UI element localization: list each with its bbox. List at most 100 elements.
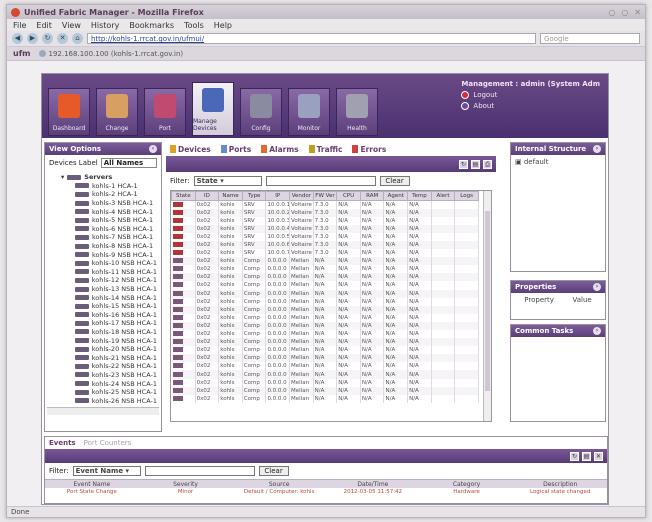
scrollbar-thumb[interactable] (485, 211, 490, 391)
tree-item[interactable]: kohls-8 NSB HCA-1 (49, 242, 157, 251)
horizontal-scrollbar[interactable] (47, 407, 159, 415)
tree-item[interactable]: kohls-25 NSB HCA-1 (49, 388, 157, 397)
tree-item[interactable]: kohls-9 NSB HCA-1 (49, 250, 157, 259)
forward-icon[interactable]: ▶ (27, 33, 38, 44)
nav-port[interactable]: Port (144, 88, 186, 136)
tree-root-servers[interactable]: ▾ Servers (49, 173, 157, 182)
collapse-icon[interactable]: › (593, 145, 601, 153)
table-row[interactable]: 0x02 kohls SRV 10.0.0.5 Voltaire 7.3.0 N/A N/A N… (171, 232, 479, 241)
back-icon[interactable]: ◀ (12, 33, 23, 44)
table-row[interactable]: Port State Change Minor Default / Computer… (45, 488, 607, 495)
tab-errors[interactable]: Errors (352, 145, 386, 154)
column-header[interactable]: FW Ver (312, 191, 338, 201)
nav-manage-devices[interactable]: Manage Devices (192, 82, 234, 136)
table-row[interactable]: 0x02 kohls Comp 0.0.0.0 Mellan N/A N/A N/A N/A N/… (171, 273, 479, 282)
stop-icon[interactable]: ✕ (57, 33, 68, 44)
column-header[interactable]: Type (241, 191, 267, 201)
tree-item[interactable]: kohls-16 NSB HCA-1 (49, 311, 157, 320)
collapse-icon[interactable]: › (593, 327, 601, 335)
export-icon[interactable]: ▤ (471, 159, 480, 169)
column-header[interactable]: Name (218, 191, 243, 201)
table-row[interactable]: 0x02 kohls Comp 0.0.0.0 Mellan N/A N/A N/A N/A N/… (171, 378, 479, 387)
tree-item[interactable]: kohls-24 NSB HCA-1 (49, 379, 157, 388)
menu-tools[interactable]: Tools (184, 21, 204, 30)
table-row[interactable]: 0x02 kohls Comp 0.0.0.0 Mellan N/A N/A N/A N/A N/… (171, 338, 479, 347)
collapse-icon[interactable]: ‹ (149, 145, 157, 153)
fabric-item-default[interactable]: default (524, 158, 549, 166)
close-icon[interactable]: ✕ (634, 8, 641, 17)
nav-monitor[interactable]: Monitor (288, 88, 330, 136)
tree-item[interactable]: kohls-18 NSB HCA-1 (49, 328, 157, 337)
column-header[interactable]: CPU (336, 191, 361, 201)
events-column-header[interactable]: Date/Time (326, 481, 420, 488)
tree-item[interactable]: kohls-3 NSB HCA-1 (49, 199, 157, 208)
events-column-header[interactable]: Description (513, 481, 607, 488)
expand-icon[interactable]: ▾ (61, 173, 64, 181)
tab-devices[interactable]: Devices (170, 145, 211, 154)
tab-alarms[interactable]: Alarms (261, 145, 299, 154)
menu-view[interactable]: View (62, 21, 81, 30)
tree-item[interactable]: kohls-4 NSB HCA-1 (49, 207, 157, 216)
column-header[interactable]: Alert (430, 191, 456, 201)
table-row[interactable]: 0x02 kohls Comp 0.0.0.0 Mellan N/A N/A N/A N/A N/… (171, 281, 479, 290)
tree-item[interactable]: kohls-19 NSB HCA-1 (49, 336, 157, 345)
column-header[interactable]: IP (265, 191, 291, 201)
clear-events-icon[interactable]: ✕ (594, 451, 603, 461)
tab-active[interactable]: 192.168.100.100 (kohls-1.rrcat.gov.in) (38, 50, 183, 58)
column-header[interactable]: Logs (454, 191, 479, 201)
column-header[interactable]: Temp (407, 191, 432, 201)
table-row[interactable]: 0x02 kohls SRV 10.0.0.4 Voltaire 7.3.0 N/A N/A N… (171, 224, 479, 233)
refresh-icon[interactable]: ↻ (570, 451, 579, 461)
menu-edit[interactable]: Edit (36, 21, 52, 30)
filter-field-select[interactable]: State ▾ (193, 176, 262, 186)
tree-item[interactable]: kohls-26 NSB HCA-1 (49, 396, 157, 405)
table-row[interactable]: 0x02 kohls Comp 0.0.0.0 Mellan N/A N/A N/A N/A N/… (171, 305, 479, 314)
table-row[interactable]: 0x02 kohls Comp 0.0.0.0 Mellan N/A N/A N/A N/A N/… (171, 289, 479, 298)
export-icon[interactable]: ▤ (582, 451, 591, 461)
table-row[interactable]: 0x02 kohls Comp 0.0.0.0 Mellan N/A N/A N/A N/A N/… (171, 297, 479, 306)
events-column-header[interactable]: Category (420, 481, 514, 488)
nav-change[interactable]: Change (96, 88, 138, 136)
tree-item[interactable]: kohls-17 NSB HCA-1 (49, 319, 157, 328)
logout-link[interactable]: Logout (461, 91, 600, 99)
tree-item[interactable]: kohls-15 NSB HCA-1 (49, 302, 157, 311)
tab-ports[interactable]: Ports (220, 145, 251, 154)
table-row[interactable]: 0x02 kohls Comp 0.0.0.0 Mellan N/A N/A N/A N/A N/… (171, 321, 479, 330)
table-row[interactable]: 0x02 kohls Comp 0.0.0.0 Mellan N/A N/A N/A N/A N/… (171, 386, 479, 395)
table-row[interactable]: 0x02 kohls Comp 0.0.0.0 Mellan N/A N/A N/A N/A N/… (171, 257, 479, 266)
table-row[interactable]: 0x02 kohls SRV 10.0.0.3 Voltaire 7.3.0 N/A N/A N… (171, 216, 479, 225)
tree-item[interactable]: kohls-22 NSB HCA-1 (49, 362, 157, 371)
search-input[interactable]: Google (540, 33, 640, 44)
events-column-header[interactable]: Severity (139, 481, 233, 488)
events-column-header[interactable]: Source (232, 481, 326, 488)
tree-item[interactable]: kohls-2 HCA-1 (49, 190, 157, 199)
table-row[interactable]: 0x02 kohls Comp 0.0.0.0 Mellan N/A N/A N/A N/A N/… (171, 362, 479, 371)
events-clear-button[interactable]: Clear (258, 466, 289, 476)
print-icon[interactable]: ⎙ (483, 159, 492, 169)
table-row[interactable]: 0x02 kohls Comp 0.0.0.0 Mellan N/A N/A N/A N/A N/… (171, 313, 479, 322)
table-row[interactable]: 0x02 kohls SRV 10.0.0.7 Voltaire 7.3.0 N/A N/A N… (171, 249, 479, 258)
tree-item[interactable]: kohls-13 NSB HCA-1 (49, 285, 157, 294)
tree-item[interactable]: kohls-20 NSB HCA-1 (49, 345, 157, 354)
vertical-scrollbar[interactable] (483, 191, 491, 421)
collapse-icon[interactable]: › (593, 283, 601, 291)
tree-item[interactable]: kohls-6 NSB HCA-1 (49, 225, 157, 234)
tree-item[interactable]: kohls-1 HCA-1 (49, 182, 157, 191)
table-row[interactable]: 0x02 kohls Comp 0.0.0.0 Mellan N/A N/A N/A N/A N/… (171, 394, 479, 403)
tree-item[interactable]: kohls-21 NSB HCA-1 (49, 353, 157, 362)
column-header[interactable]: RAM (359, 191, 385, 201)
column-header[interactable]: Agent (383, 191, 409, 201)
tab-port-counters[interactable]: Port Counters (84, 439, 132, 447)
nav-config[interactable]: Config (240, 88, 282, 136)
menu-file[interactable]: File (13, 21, 26, 30)
table-row[interactable]: 0x02 kohls SRV 10.0.0.1 Voltaire 7.3.0 N/A N/A N… (171, 200, 479, 209)
events-filter-select[interactable]: Event Name ▾ (72, 466, 141, 476)
reload-icon[interactable]: ↻ (42, 33, 53, 44)
table-row[interactable]: 0x02 kohls Comp 0.0.0.0 Mellan N/A N/A N/A N/A N/… (171, 354, 479, 363)
column-header[interactable]: State (171, 191, 196, 201)
devices-label-select[interactable]: All Names (100, 158, 157, 168)
table-row[interactable]: 0x02 kohls SRV 10.0.0.6 Voltaire 7.3.0 N/A N/A N… (171, 240, 479, 250)
filter-text-input[interactable] (265, 176, 376, 186)
tree-item[interactable]: kohls-5 NSB HCA-1 (49, 216, 157, 225)
column-header[interactable]: Vendor (289, 191, 314, 201)
